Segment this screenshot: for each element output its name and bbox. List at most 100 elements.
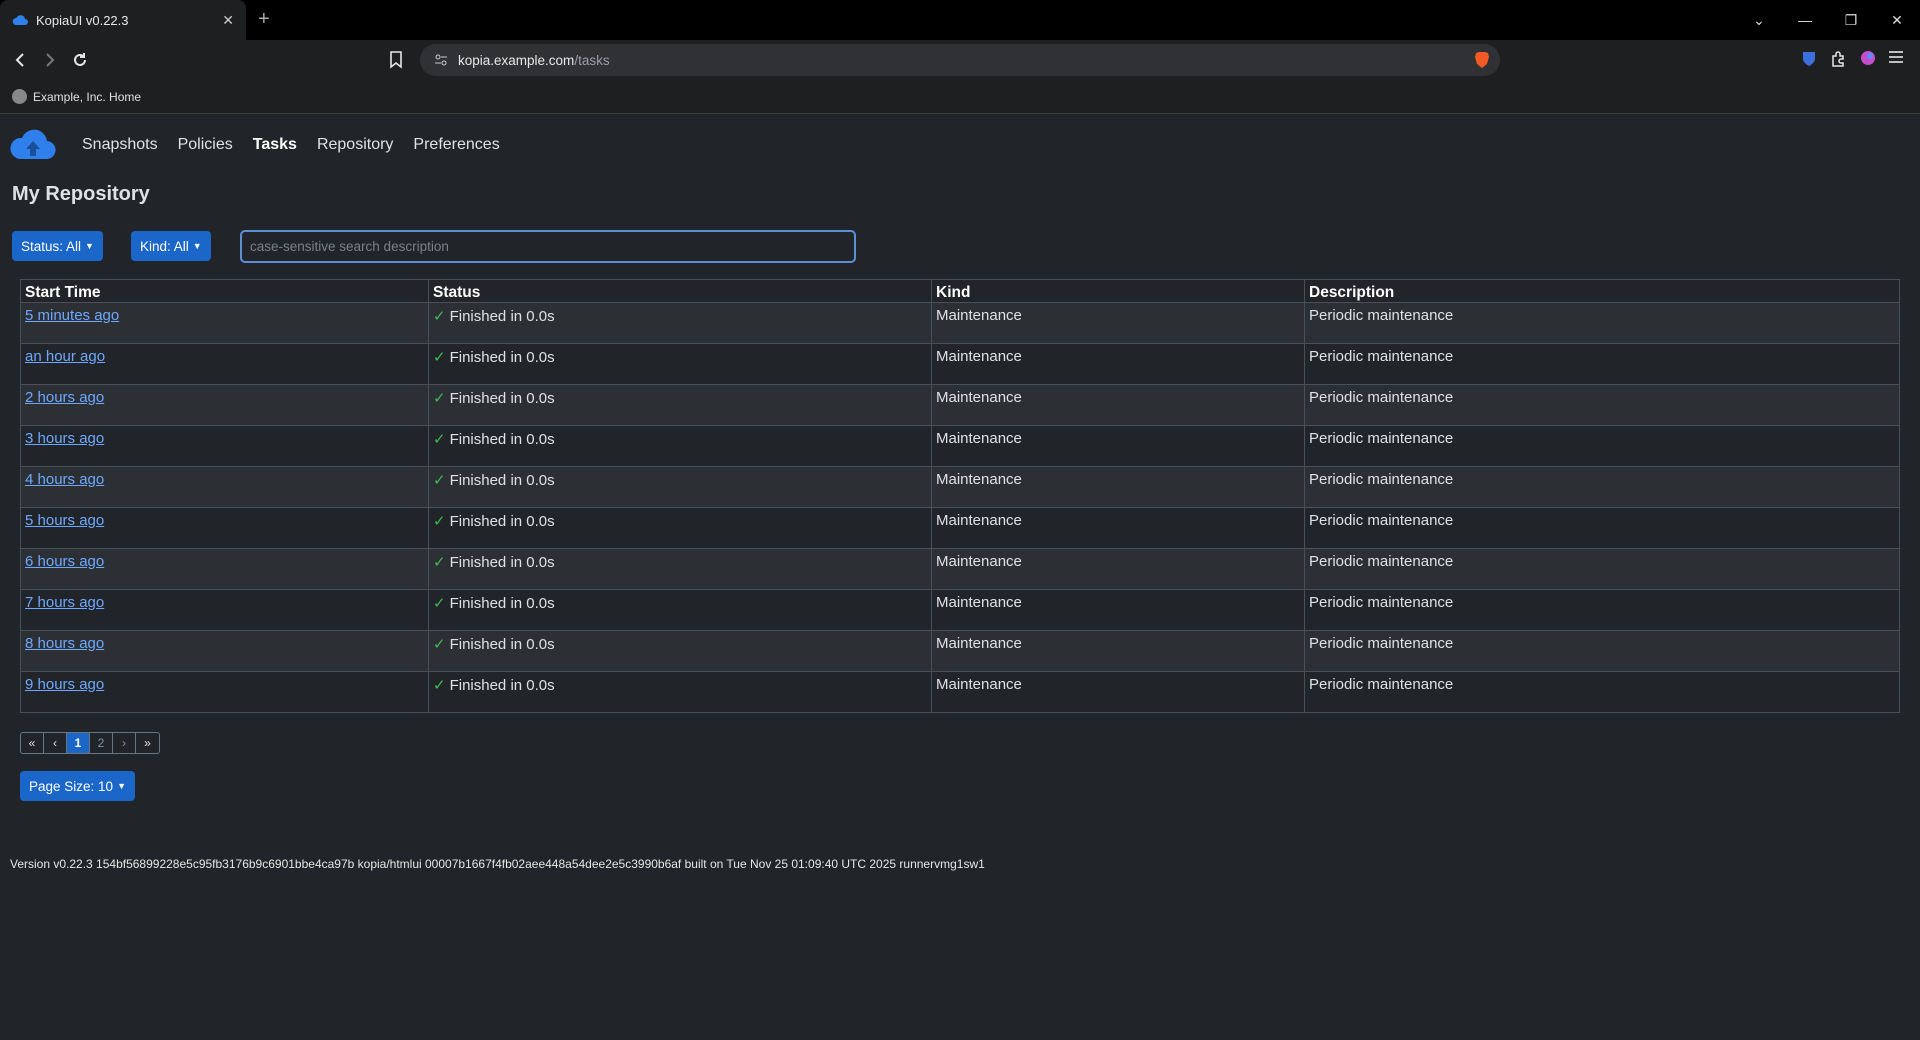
- task-link[interactable]: 5 hours ago: [25, 512, 104, 529]
- bookmark-example-home[interactable]: Example, Inc. Home: [33, 90, 141, 104]
- caret-down-icon: ▼: [85, 241, 94, 251]
- description-cell: Periodic maintenance: [1304, 548, 1900, 590]
- tab-title: KopiaUI v0.22.3: [36, 12, 129, 28]
- page-size-dropdown[interactable]: Page Size: 10 ▼: [20, 771, 135, 801]
- status-cell: ✓ Finished in 0.0s: [428, 589, 932, 631]
- close-window-icon[interactable]: ✕: [1874, 12, 1920, 29]
- task-link[interactable]: 9 hours ago: [25, 676, 104, 693]
- forward-icon[interactable]: [38, 48, 62, 72]
- start-time-cell: 4 hours ago: [20, 466, 429, 508]
- page-2-button[interactable]: 2: [90, 733, 113, 753]
- kind-cell: Maintenance: [931, 425, 1305, 467]
- check-icon: ✓: [433, 513, 446, 530]
- table-row: 7 hours ago ✓ Finished in 0.0s Maintenanc…: [20, 589, 1900, 631]
- tab-close-icon[interactable]: ✕: [222, 12, 234, 29]
- bitwarden-extension-icon[interactable]: [1801, 50, 1821, 70]
- tasks-table: Start Time Status Kind Description 5 min…: [20, 279, 1900, 713]
- next-page-button[interactable]: ›: [113, 733, 136, 753]
- url-path: /tasks: [574, 52, 610, 68]
- first-page-button[interactable]: «: [21, 733, 44, 753]
- caret-down-icon: ▼: [192, 241, 202, 251]
- table-row: 4 hours ago ✓ Finished in 0.0s Maintenanc…: [20, 466, 1900, 508]
- description-cell: Periodic maintenance: [1304, 466, 1900, 508]
- column-header-start-time[interactable]: Start Time: [20, 279, 429, 303]
- task-link[interactable]: 2 hours ago: [25, 389, 104, 406]
- browser-tab[interactable]: KopiaUI v0.22.3 ✕: [0, 0, 246, 40]
- bookmark-page-icon[interactable]: [386, 48, 406, 72]
- back-icon[interactable]: [8, 48, 32, 72]
- browser-menu-icon[interactable]: [1888, 50, 1908, 70]
- kind-cell: Maintenance: [931, 466, 1305, 508]
- task-link[interactable]: 8 hours ago: [25, 635, 104, 652]
- task-link[interactable]: an hour ago: [25, 348, 105, 365]
- last-page-button[interactable]: »: [136, 733, 159, 753]
- site-settings-icon[interactable]: [434, 53, 448, 67]
- nav-tasks[interactable]: Tasks: [253, 136, 297, 154]
- status-cell: ✓ Finished in 0.0s: [428, 425, 932, 467]
- check-icon: ✓: [433, 349, 446, 366]
- status-filter-dropdown[interactable]: Status: All ▼: [12, 231, 103, 261]
- kopia-logo-icon[interactable]: [10, 129, 56, 161]
- description-cell: Periodic maintenance: [1304, 343, 1900, 385]
- tab-search-icon[interactable]: ⌄: [1736, 12, 1782, 29]
- description-cell: Periodic maintenance: [1304, 507, 1900, 549]
- table-row: 6 hours ago ✓ Finished in 0.0s Maintenanc…: [20, 548, 1900, 590]
- prev-page-button[interactable]: ‹: [44, 733, 67, 753]
- status-filter-label: Status: All: [21, 238, 82, 254]
- kind-cell: Maintenance: [931, 384, 1305, 426]
- column-header-description[interactable]: Description: [1304, 279, 1900, 303]
- column-header-kind[interactable]: Kind: [931, 279, 1305, 303]
- browser-tabstrip: KopiaUI v0.22.3 ✕ + ⌄ — ❐ ✕: [0, 0, 1920, 40]
- minimize-icon[interactable]: —: [1782, 12, 1828, 28]
- status-cell: ✓ Finished in 0.0s: [428, 343, 932, 385]
- start-time-cell: 6 hours ago: [20, 548, 429, 590]
- new-tab-icon[interactable]: +: [258, 8, 270, 31]
- start-time-cell: 3 hours ago: [20, 425, 429, 467]
- status-text: Finished in 0.0s: [449, 636, 555, 653]
- task-link[interactable]: 4 hours ago: [25, 471, 104, 488]
- task-link[interactable]: 6 hours ago: [25, 553, 104, 570]
- bookmarks-bar: Example, Inc. Home: [0, 80, 1920, 114]
- globe-icon: [12, 89, 27, 104]
- task-link[interactable]: 7 hours ago: [25, 594, 104, 611]
- table-row: 3 hours ago ✓ Finished in 0.0s Maintenanc…: [20, 425, 1900, 467]
- status-text: Finished in 0.0s: [449, 677, 555, 694]
- pagination: « ‹ 1 2 › »: [20, 732, 160, 754]
- check-icon: ✓: [433, 390, 446, 407]
- nav-repository[interactable]: Repository: [317, 136, 393, 154]
- nav-preferences[interactable]: Preferences: [413, 136, 499, 154]
- kind-cell: Maintenance: [931, 548, 1305, 590]
- column-header-status[interactable]: Status: [428, 279, 932, 303]
- kopia-app: Snapshots Policies Tasks Repository Pref…: [0, 115, 1920, 1040]
- url-host: kopia.example.com: [458, 52, 575, 68]
- reload-icon[interactable]: [68, 48, 92, 72]
- description-cell: Periodic maintenance: [1304, 384, 1900, 426]
- page-1-button[interactable]: 1: [67, 733, 90, 753]
- status-text: Finished in 0.0s: [449, 513, 555, 530]
- nav-policies[interactable]: Policies: [178, 136, 233, 154]
- kind-cell: Maintenance: [931, 343, 1305, 385]
- status-text: Finished in 0.0s: [449, 349, 555, 366]
- table-row: 8 hours ago ✓ Finished in 0.0s Maintenanc…: [20, 630, 1900, 672]
- extensions-puzzle-icon[interactable]: [1830, 50, 1850, 70]
- description-cell: Periodic maintenance: [1304, 630, 1900, 672]
- status-text: Finished in 0.0s: [449, 595, 555, 612]
- description-cell: Periodic maintenance: [1304, 425, 1900, 467]
- kind-filter-dropdown[interactable]: Kind: All ▼: [131, 231, 211, 261]
- profile-avatar-icon[interactable]: [1860, 50, 1880, 70]
- task-link[interactable]: 3 hours ago: [25, 430, 104, 447]
- check-icon: ✓: [433, 308, 446, 325]
- restore-icon[interactable]: ❐: [1828, 12, 1874, 29]
- status-cell: ✓ Finished in 0.0s: [428, 384, 932, 426]
- brave-shields-icon[interactable]: [1474, 51, 1490, 69]
- browser-toolbar: kopia.example.com/tasks: [0, 40, 1920, 80]
- search-input[interactable]: [240, 230, 856, 263]
- address-bar[interactable]: kopia.example.com/tasks: [420, 44, 1500, 76]
- task-link[interactable]: 5 minutes ago: [25, 307, 119, 324]
- table-row: 5 hours ago ✓ Finished in 0.0s Maintenanc…: [20, 507, 1900, 549]
- status-cell: ✓ Finished in 0.0s: [428, 507, 932, 549]
- kind-filter-label: Kind: All: [140, 238, 189, 254]
- kind-cell: Maintenance: [931, 302, 1305, 344]
- start-time-cell: 5 minutes ago: [20, 302, 429, 344]
- nav-snapshots[interactable]: Snapshots: [82, 136, 158, 154]
